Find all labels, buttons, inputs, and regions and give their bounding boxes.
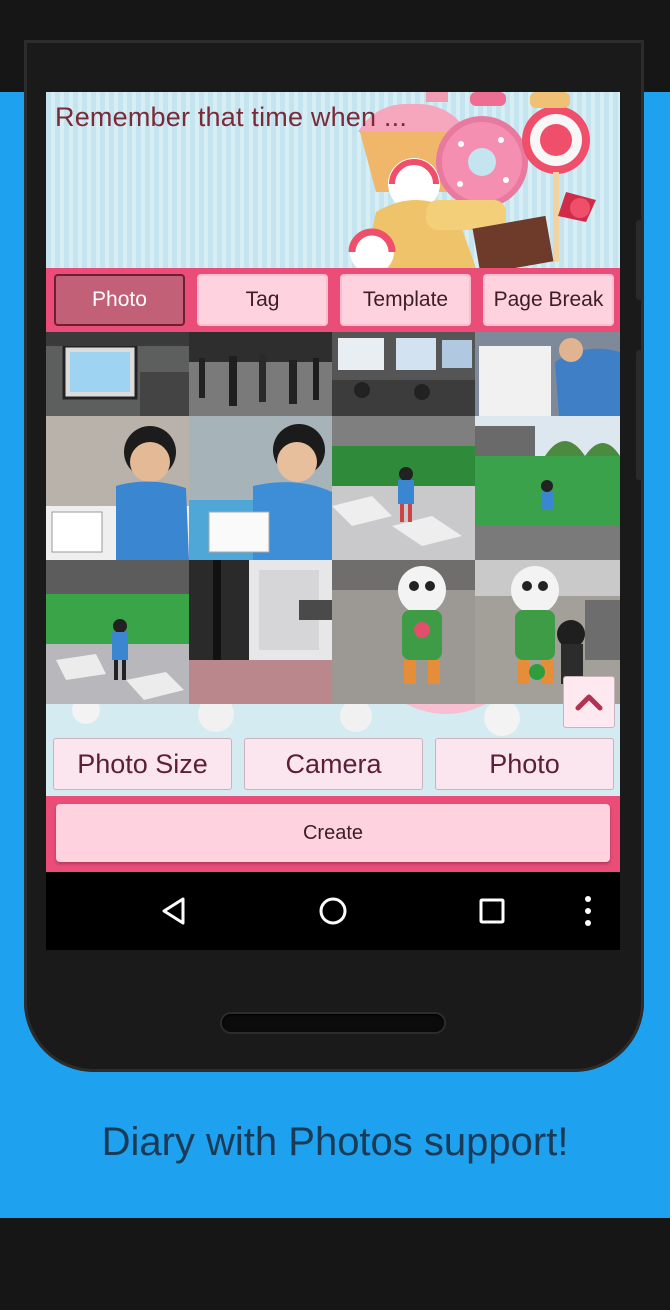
nav-more-button[interactable] bbox=[548, 872, 620, 950]
nav-recents-button[interactable] bbox=[452, 872, 532, 950]
back-triangle-icon bbox=[162, 897, 185, 925]
chevron-up-icon bbox=[575, 694, 603, 711]
camera-button[interactable]: Camera bbox=[244, 738, 423, 790]
photo-thumbnail[interactable] bbox=[189, 332, 332, 416]
photo-thumbnail[interactable] bbox=[332, 560, 475, 704]
add-photo-button[interactable]: Photo bbox=[435, 738, 614, 790]
recents-square-icon bbox=[479, 898, 505, 924]
photo-thumbnail[interactable] bbox=[46, 332, 189, 416]
photo-thumbnail[interactable] bbox=[332, 416, 475, 560]
nav-home-button[interactable] bbox=[293, 872, 373, 950]
phone-screen: Remember that time when ... Photo Tag Te… bbox=[46, 92, 620, 950]
volume-button bbox=[636, 220, 642, 300]
create-bar: Create bbox=[46, 796, 620, 872]
scroll-top-button[interactable] bbox=[563, 676, 615, 728]
photo-grid bbox=[46, 332, 620, 704]
home-circle-icon bbox=[319, 897, 347, 925]
phone-speaker bbox=[222, 1014, 444, 1032]
create-button[interactable]: Create bbox=[56, 804, 610, 862]
android-nav-bar bbox=[46, 872, 620, 950]
photo-size-button[interactable]: Photo Size bbox=[53, 738, 232, 790]
photo-thumbnail[interactable] bbox=[475, 332, 620, 416]
photo-action-row: Photo Size Camera Photo bbox=[46, 704, 620, 796]
app-promo-screenshot: Remember that time when ... Photo Tag Te… bbox=[0, 0, 670, 1310]
photo-thumbnail[interactable] bbox=[332, 332, 475, 416]
bottom-black-bar bbox=[0, 1218, 670, 1310]
tab-template[interactable]: Template bbox=[340, 274, 471, 326]
more-vert-icon bbox=[585, 896, 591, 926]
promo-caption: Diary with Photos support! bbox=[101, 1120, 569, 1164]
photo-thumbnail[interactable] bbox=[189, 560, 332, 704]
tab-tag[interactable]: Tag bbox=[197, 274, 328, 326]
photo-thumbnail[interactable] bbox=[46, 416, 189, 560]
photo-thumbnail[interactable] bbox=[475, 416, 620, 560]
photo-thumbnail[interactable] bbox=[189, 416, 332, 560]
diary-text-editor[interactable]: Remember that time when ... bbox=[46, 92, 620, 268]
diary-entry-text: Remember that time when ... bbox=[55, 102, 408, 132]
photo-thumbnail[interactable] bbox=[46, 560, 189, 704]
tab-photo[interactable]: Photo bbox=[54, 274, 185, 326]
nav-back-button[interactable] bbox=[134, 872, 214, 950]
insert-tab-bar: Photo Tag Template Page Break bbox=[46, 268, 620, 332]
power-button bbox=[636, 350, 642, 480]
tab-page-break[interactable]: Page Break bbox=[483, 274, 614, 326]
